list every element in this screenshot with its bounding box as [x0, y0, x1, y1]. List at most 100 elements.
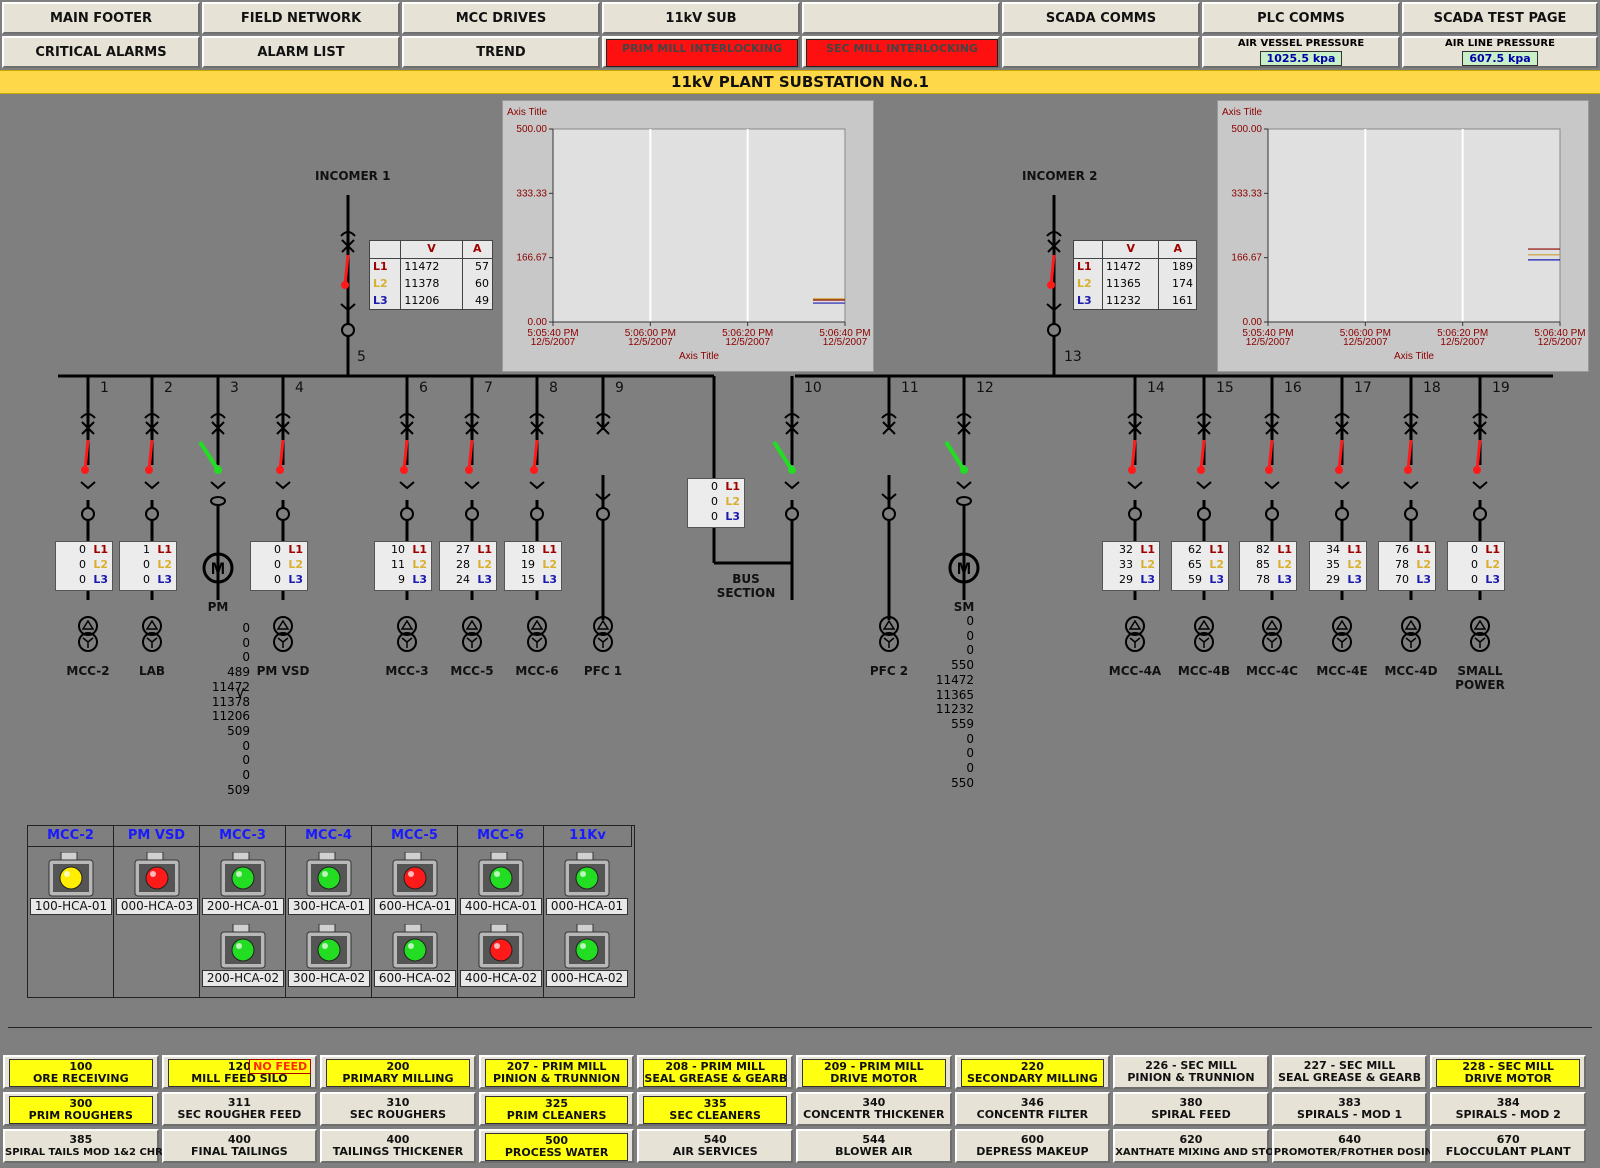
area-code: 385 [69, 1133, 93, 1146]
phase-label: L3 [157, 573, 172, 586]
area-button-207[interactable]: 207 - PRIM MILL PINION & TRUNNION [478, 1055, 635, 1089]
area-name: DRIVE MOTOR [830, 1072, 918, 1085]
feeder-number: 9 [615, 380, 624, 396]
phase-label: L2 [1416, 558, 1431, 571]
hca-tab-mcc-3[interactable]: MCC-3 [200, 826, 286, 847]
hca-tag[interactable]: 300-HCA-01 [288, 898, 370, 915]
feeder-name: PM [207, 600, 229, 614]
area-button-400[interactable]: 400 TAILINGS THICKENER [320, 1129, 476, 1163]
area-button-300[interactable]: 300 PRIM ROUGHERS [3, 1092, 159, 1126]
hca-status-light-icon[interactable] [219, 924, 269, 970]
area-button-228[interactable]: 228 - SEC MILL DRIVE MOTOR [1430, 1055, 1586, 1089]
incomer-1-voltage: 11378 [400, 275, 463, 293]
transformer-wye [883, 637, 895, 648]
area-button-383[interactable]: 383 SPIRALS - MOD 1 [1271, 1092, 1428, 1126]
area-code: 620 [1179, 1133, 1203, 1146]
phase-label: L1 [542, 543, 557, 556]
area-button-335[interactable]: 335 SEC CLEANERS [637, 1092, 793, 1126]
phase-current: 9 [398, 573, 405, 586]
hca-tab-mcc-2[interactable]: MCC-2 [28, 826, 114, 847]
hca-tag[interactable]: 000-HCA-02 [546, 970, 628, 987]
hca-status-light-icon[interactable] [133, 852, 183, 898]
area-button-label: 300 PRIM ROUGHERS [9, 1096, 153, 1124]
area-button-label: 400 FINAL TAILINGS [191, 1133, 288, 1158]
area-button-200[interactable]: 200 PRIMARY MILLING [320, 1055, 476, 1089]
area-name: ORE RECEIVING [32, 1072, 129, 1085]
transformer-wye [1336, 637, 1348, 648]
phase-label: L2 [1277, 558, 1292, 571]
hca-tag[interactable]: 000-HCA-03 [116, 898, 198, 915]
area-button-120[interactable]: 120 MILL FEED SILO NO FEED [161, 1055, 318, 1089]
hca-tag[interactable]: 200-HCA-02 [202, 970, 284, 987]
hca-tag[interactable]: 600-HCA-02 [374, 970, 456, 987]
hca-status-light-icon[interactable] [391, 852, 441, 898]
phase-row: 29 L3 [1310, 572, 1366, 587]
area-button-500[interactable]: 500 PROCESS WATER [478, 1129, 635, 1163]
phase-label: L1 [725, 480, 740, 493]
feeder-ct [400, 507, 414, 521]
area-button-540[interactable]: 540 AIR SERVICES [637, 1129, 793, 1163]
area-button-544[interactable]: 544 BLOWER AIR [796, 1129, 952, 1163]
area-button-220[interactable]: 220 SECONDARY MILLING [954, 1055, 1111, 1089]
hca-tag[interactable]: 400-HCA-01 [460, 898, 542, 915]
motor-value: 0 [242, 635, 250, 650]
transformer-delta [1197, 619, 1211, 630]
area-name: PRIMARY MILLING [342, 1072, 454, 1085]
hca-tab-11kv[interactable]: 11Kv [544, 826, 632, 847]
hca-status-light-icon[interactable] [477, 852, 527, 898]
chevron [275, 481, 291, 490]
hca-status-light-icon[interactable] [305, 924, 355, 970]
area-button-340[interactable]: 340 CONCENTR THICKENER [796, 1092, 952, 1126]
hca-status-light-icon[interactable] [563, 924, 613, 970]
hca-tab-mcc-6[interactable]: MCC-6 [458, 826, 544, 847]
hca-tag[interactable]: 000-HCA-01 [546, 898, 628, 915]
area-button-600[interactable]: 600 DEPRESS MAKEUP [954, 1129, 1111, 1163]
phase-current: 62 [1188, 543, 1202, 556]
area-button-325[interactable]: 325 PRIM CLEANERS [478, 1092, 635, 1126]
area-button-100[interactable]: 100 ORE RECEIVING [3, 1055, 159, 1089]
hca-tab-mcc-4[interactable]: MCC-4 [286, 826, 372, 847]
area-button-400[interactable]: 400 FINAL TAILINGS [161, 1129, 318, 1163]
hca-status-light-icon[interactable] [391, 924, 441, 970]
hca-status-light-icon[interactable] [47, 852, 97, 898]
hca-tag[interactable]: 300-HCA-02 [288, 970, 370, 987]
hca-tag[interactable]: 600-HCA-01 [374, 898, 456, 915]
feeder-current-box: 10 L1 11 L2 9 L3 [374, 541, 432, 591]
area-button-380[interactable]: 380 SPIRAL FEED [1113, 1092, 1269, 1126]
phase-label: L3 [1277, 573, 1292, 586]
motor-value: 11206 [211, 709, 250, 724]
area-button-208[interactable]: 208 - PRIM MILL SEAL GREASE & GEARB [637, 1055, 793, 1089]
hca-status-light-icon[interactable] [563, 852, 613, 898]
area-button-670[interactable]: 670 FLOCCULANT PLANT [1430, 1129, 1586, 1163]
hca-tab-mcc-5[interactable]: MCC-5 [372, 826, 458, 847]
hca-tag[interactable]: 400-HCA-02 [460, 970, 542, 987]
incomer-2-phase: L3 [1074, 292, 1103, 309]
phase-row: 9 L3 [375, 572, 431, 587]
area-name: SECONDARY MILLING [967, 1072, 1098, 1085]
area-button-384[interactable]: 384 SPIRALS - MOD 2 [1430, 1092, 1586, 1126]
area-button-346[interactable]: 346 CONCENTR FILTER [954, 1092, 1111, 1126]
incomer-1-voltage: 11472 [400, 258, 463, 276]
area-button-226[interactable]: 226 - SEC MILL PINION & TRUNNION [1113, 1055, 1269, 1089]
incomer-1-a-header: A [473, 242, 482, 256]
hca-tab-pm-vsd[interactable]: PM VSD [114, 826, 200, 847]
hca-tag[interactable]: 100-HCA-01 [30, 898, 112, 915]
hca-status-light-icon[interactable] [477, 924, 527, 970]
area-button-209[interactable]: 209 - PRIM MILL DRIVE MOTOR [796, 1055, 952, 1089]
feeder-ct [596, 507, 610, 521]
motor-value: 0 [966, 731, 974, 746]
transformer-delta [1265, 619, 1279, 630]
hca-tag[interactable]: 200-HCA-01 [202, 898, 284, 915]
hca-status-light-icon[interactable] [219, 852, 269, 898]
area-button-label: 500 PROCESS WATER [484, 1133, 629, 1161]
area-button-310[interactable]: 310 SEC ROUGHERS [320, 1092, 476, 1126]
area-button-640[interactable]: 640 PROMOTER/FROTHER DOSING [1271, 1129, 1441, 1163]
area-button-385[interactable]: 385 SPIRAL TAILS MOD 1&2 CHROME CONCENTR [3, 1129, 253, 1163]
phase-row: 32 L1 [1103, 542, 1159, 557]
phase-row: 11 L2 [375, 557, 431, 572]
area-button-label: 200 PRIMARY MILLING [326, 1059, 470, 1087]
area-button-620[interactable]: 620 XANTHATE MIXING AND STORAGE [1113, 1129, 1304, 1163]
hca-status-light-icon[interactable] [305, 852, 355, 898]
area-button-227[interactable]: 227 - SEC MILL SEAL GREASE & GEARB [1271, 1055, 1428, 1089]
area-button-311[interactable]: 311 SEC ROUGHER FEED [161, 1092, 318, 1126]
